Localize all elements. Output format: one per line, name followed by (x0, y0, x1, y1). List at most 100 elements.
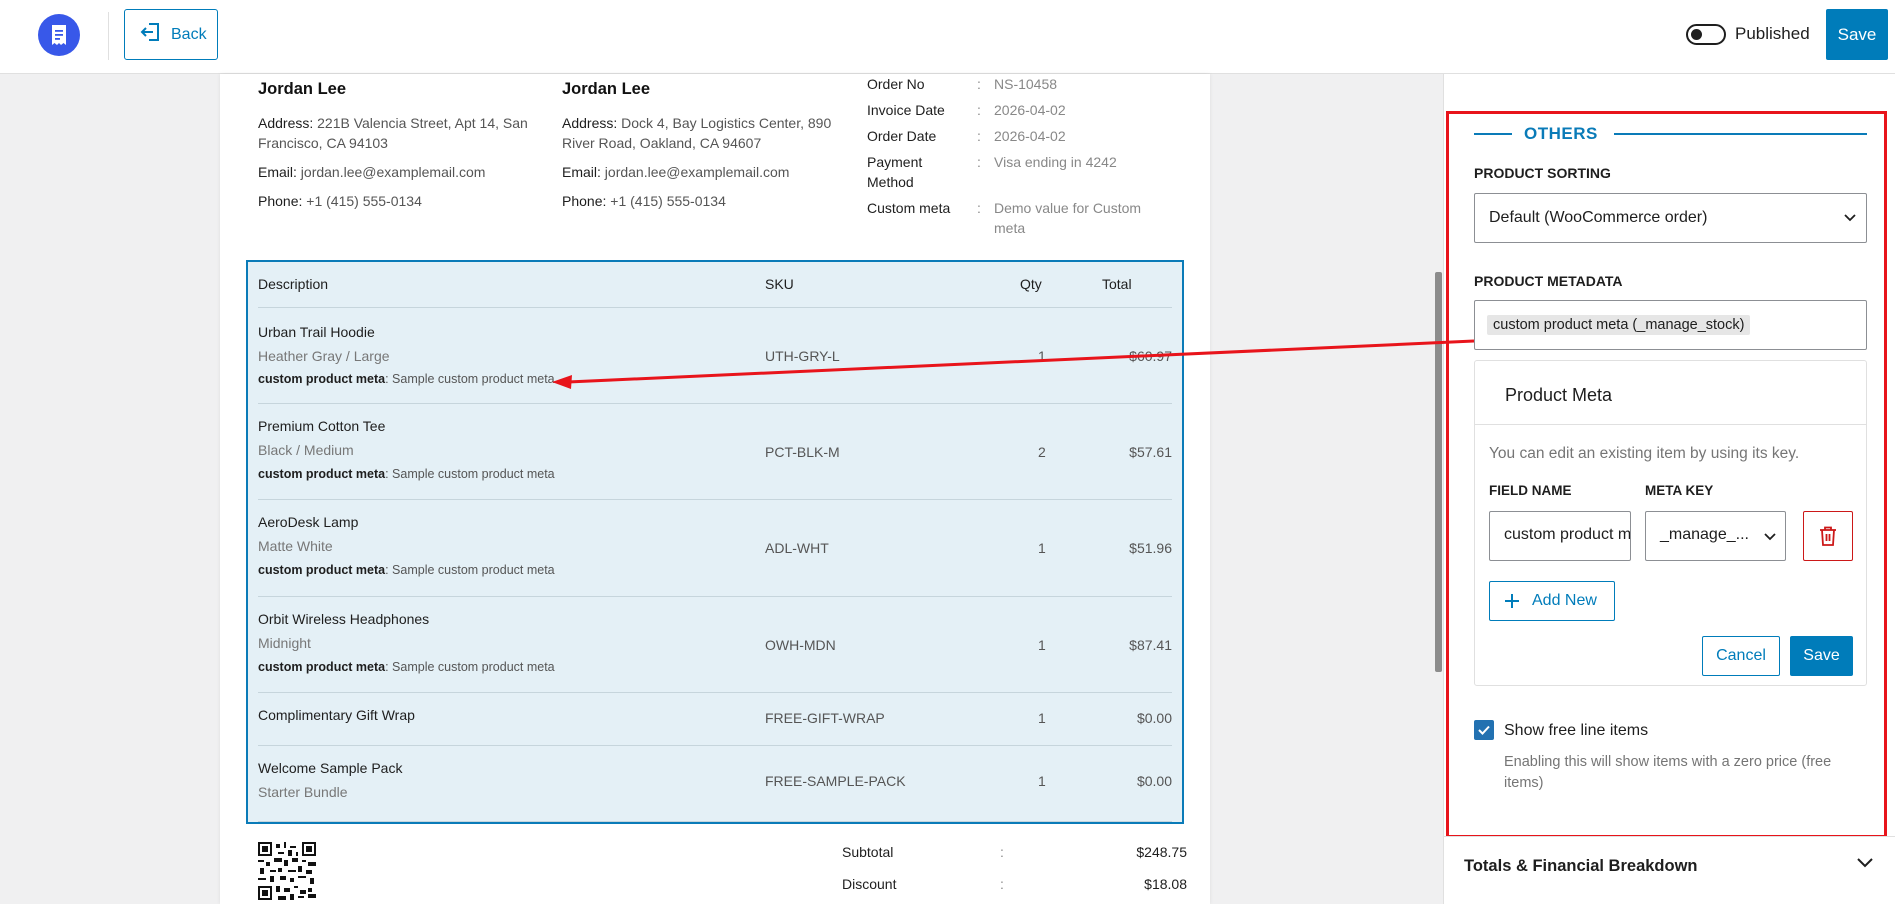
meta-key-label: META KEY (1645, 483, 1714, 498)
custom-meta-label: custom product meta (258, 563, 386, 577)
order-meta-value: NS-10458 (994, 76, 1058, 92)
chevron-down-icon (1857, 858, 1873, 868)
invoice-logo-icon (38, 14, 80, 56)
item-custom-meta: custom product meta: Sample custom produ… (258, 563, 555, 577)
add-new-label: Add New (1532, 592, 1597, 609)
shipping-address-label: Address: (562, 115, 618, 131)
item-title: Premium Cotton Tee (258, 418, 386, 434)
add-new-button[interactable]: Add New (1489, 581, 1615, 621)
custom-meta-value: : Sample custom product meta (385, 563, 555, 577)
others-title-text: OTHERS (1524, 124, 1598, 143)
order-meta-value: Visa ending in 4242 (994, 154, 1117, 170)
billing-address: Jordan Lee Address: 221B Valencia Street… (258, 80, 538, 220)
custom-meta-value: : Sample custom product meta (385, 467, 555, 481)
item-sku: OWH-MDN (765, 637, 836, 653)
product-meta-title: Product Meta (1475, 361, 1866, 425)
order-meta-key: Custom meta (867, 200, 951, 216)
billing-email-value: jordan.lee@examplemail.com (300, 164, 486, 180)
product-metadata-label: PRODUCT METADATA (1474, 273, 1623, 289)
shipping-email-value: jordan.lee@examplemail.com (604, 164, 790, 180)
totals-breakdown-label: Totals & Financial Breakdown (1464, 857, 1698, 875)
delete-meta-button[interactable] (1803, 511, 1853, 561)
order-meta-key: Order No (867, 76, 925, 92)
header-description: Description (258, 276, 329, 292)
item-title: AeroDesk Lamp (258, 514, 359, 530)
summary-value: $18.08 (1144, 876, 1187, 892)
header-sku: SKU (765, 276, 794, 292)
meta-key-value: _manage_... (1660, 526, 1749, 543)
shipping-phone-label: Phone: (562, 193, 607, 209)
item-total: $0.00 (1136, 773, 1172, 789)
order-meta-row: Invoice Date:2026-04-02 (867, 100, 1187, 120)
save-button[interactable]: Save (1826, 9, 1888, 60)
table-row: Urban Trail Hoodie Heather Gray / Large … (258, 308, 1172, 404)
order-meta-row: Order No: NS-10458 (867, 74, 1187, 94)
item-sku: FREE-GIFT-WRAP (765, 710, 885, 726)
show-free-items-label: Show free line items (1504, 722, 1649, 739)
table-row: Premium Cotton Tee Black / Medium custom… (258, 404, 1172, 500)
published-label: Published (1735, 24, 1810, 43)
back-label: Back (171, 25, 207, 43)
item-sku: ADL-WHT (765, 540, 829, 556)
item-variant: Black / Medium (258, 442, 354, 458)
header-total: Total (1102, 276, 1132, 292)
product-sorting-select[interactable]: Default (WooCommerce order) (1474, 193, 1867, 243)
topbar-divider (108, 12, 109, 60)
table-row: Orbit Wireless Headphones Midnight custo… (258, 597, 1172, 693)
shipping-name: Jordan Lee (562, 80, 651, 98)
show-free-items-help: Enabling this will show items with a zer… (1504, 754, 1832, 791)
product-meta-description: You can edit an existing item by using i… (1489, 445, 1800, 462)
order-meta-table: Order No: NS-10458 Invoice Date:2026-04-0… (867, 74, 1187, 244)
item-qty: 1 (1038, 540, 1046, 556)
order-meta-key: Order Date (867, 128, 937, 144)
custom-meta-label: custom product meta (258, 467, 386, 481)
field-name-input[interactable]: custom product meta (1489, 511, 1631, 561)
item-custom-meta: custom product meta: Sample custom produ… (258, 660, 555, 674)
shipping-phone-value: +1 (415) 555-0134 (610, 193, 726, 209)
line-items-table[interactable]: Description SKU Qty Total Urban Trail Ho… (246, 260, 1184, 824)
plus-icon (1505, 594, 1519, 608)
item-title: Welcome Sample Pack (258, 760, 403, 776)
item-title: Complimentary Gift Wrap (258, 707, 415, 723)
published-toggle[interactable] (1686, 24, 1726, 45)
order-meta-sep: : (977, 76, 981, 92)
billing-phone-value: +1 (415) 555-0134 (306, 193, 422, 209)
summary-value: $248.75 (1136, 844, 1187, 860)
billing-email-label: Email: (258, 164, 297, 180)
header-qty: Qty (1020, 276, 1042, 292)
table-row: Complimentary Gift Wrap FREE-GIFT-WRAP 1… (258, 693, 1172, 746)
order-meta-value: Demo value for Custom meta (994, 200, 1142, 236)
item-total: $51.96 (1129, 540, 1172, 556)
billing-address-label: Address: (258, 115, 314, 131)
item-sku: UTH-GRY-L (765, 348, 840, 364)
order-meta-sep: : (977, 200, 981, 216)
order-meta-value: 2026-04-02 (994, 102, 1066, 118)
show-free-items-checkbox[interactable] (1474, 720, 1494, 740)
item-qty: 1 (1038, 773, 1046, 789)
product-meta-card: Product Meta You can edit an existing it… (1474, 360, 1867, 686)
table-row: AeroDesk Lamp Matte White custom product… (258, 500, 1172, 597)
totals-breakdown-section[interactable]: Totals & Financial Breakdown (1444, 836, 1895, 904)
product-metadata-field[interactable]: custom product meta (_manage_stock) (1474, 300, 1867, 350)
meta-key-select[interactable]: _manage_... (1645, 511, 1786, 561)
cancel-button[interactable]: Cancel (1702, 636, 1780, 676)
order-meta-sep: : (977, 128, 981, 144)
metadata-tag[interactable]: custom product meta (_manage_stock) (1487, 315, 1751, 335)
table-row: Welcome Sample Pack Starter Bundle FREE-… (258, 746, 1172, 822)
back-arrow-icon (139, 21, 161, 48)
item-title: Urban Trail Hoodie (258, 324, 375, 340)
invoice-preview: Jordan Lee Address: 221B Valencia Street… (220, 74, 1210, 904)
save-meta-button[interactable]: Save (1790, 636, 1853, 676)
summary-key: Discount (842, 876, 897, 892)
preview-scrollbar[interactable] (1435, 272, 1442, 672)
item-variant: Midnight (258, 635, 311, 651)
billing-name: Jordan Lee (258, 80, 347, 98)
custom-meta-value: : Sample custom product meta (385, 372, 555, 386)
item-total: $87.41 (1129, 637, 1172, 653)
item-custom-meta: custom product meta: Sample custom produ… (258, 467, 555, 481)
field-name-label: FIELD NAME (1489, 483, 1572, 498)
order-meta-row: Order Date:2026-04-02 (867, 126, 1187, 146)
back-button[interactable]: Back (124, 9, 218, 60)
item-custom-meta: custom product meta: Sample custom produ… (258, 372, 555, 386)
item-qty: 1 (1038, 348, 1046, 364)
